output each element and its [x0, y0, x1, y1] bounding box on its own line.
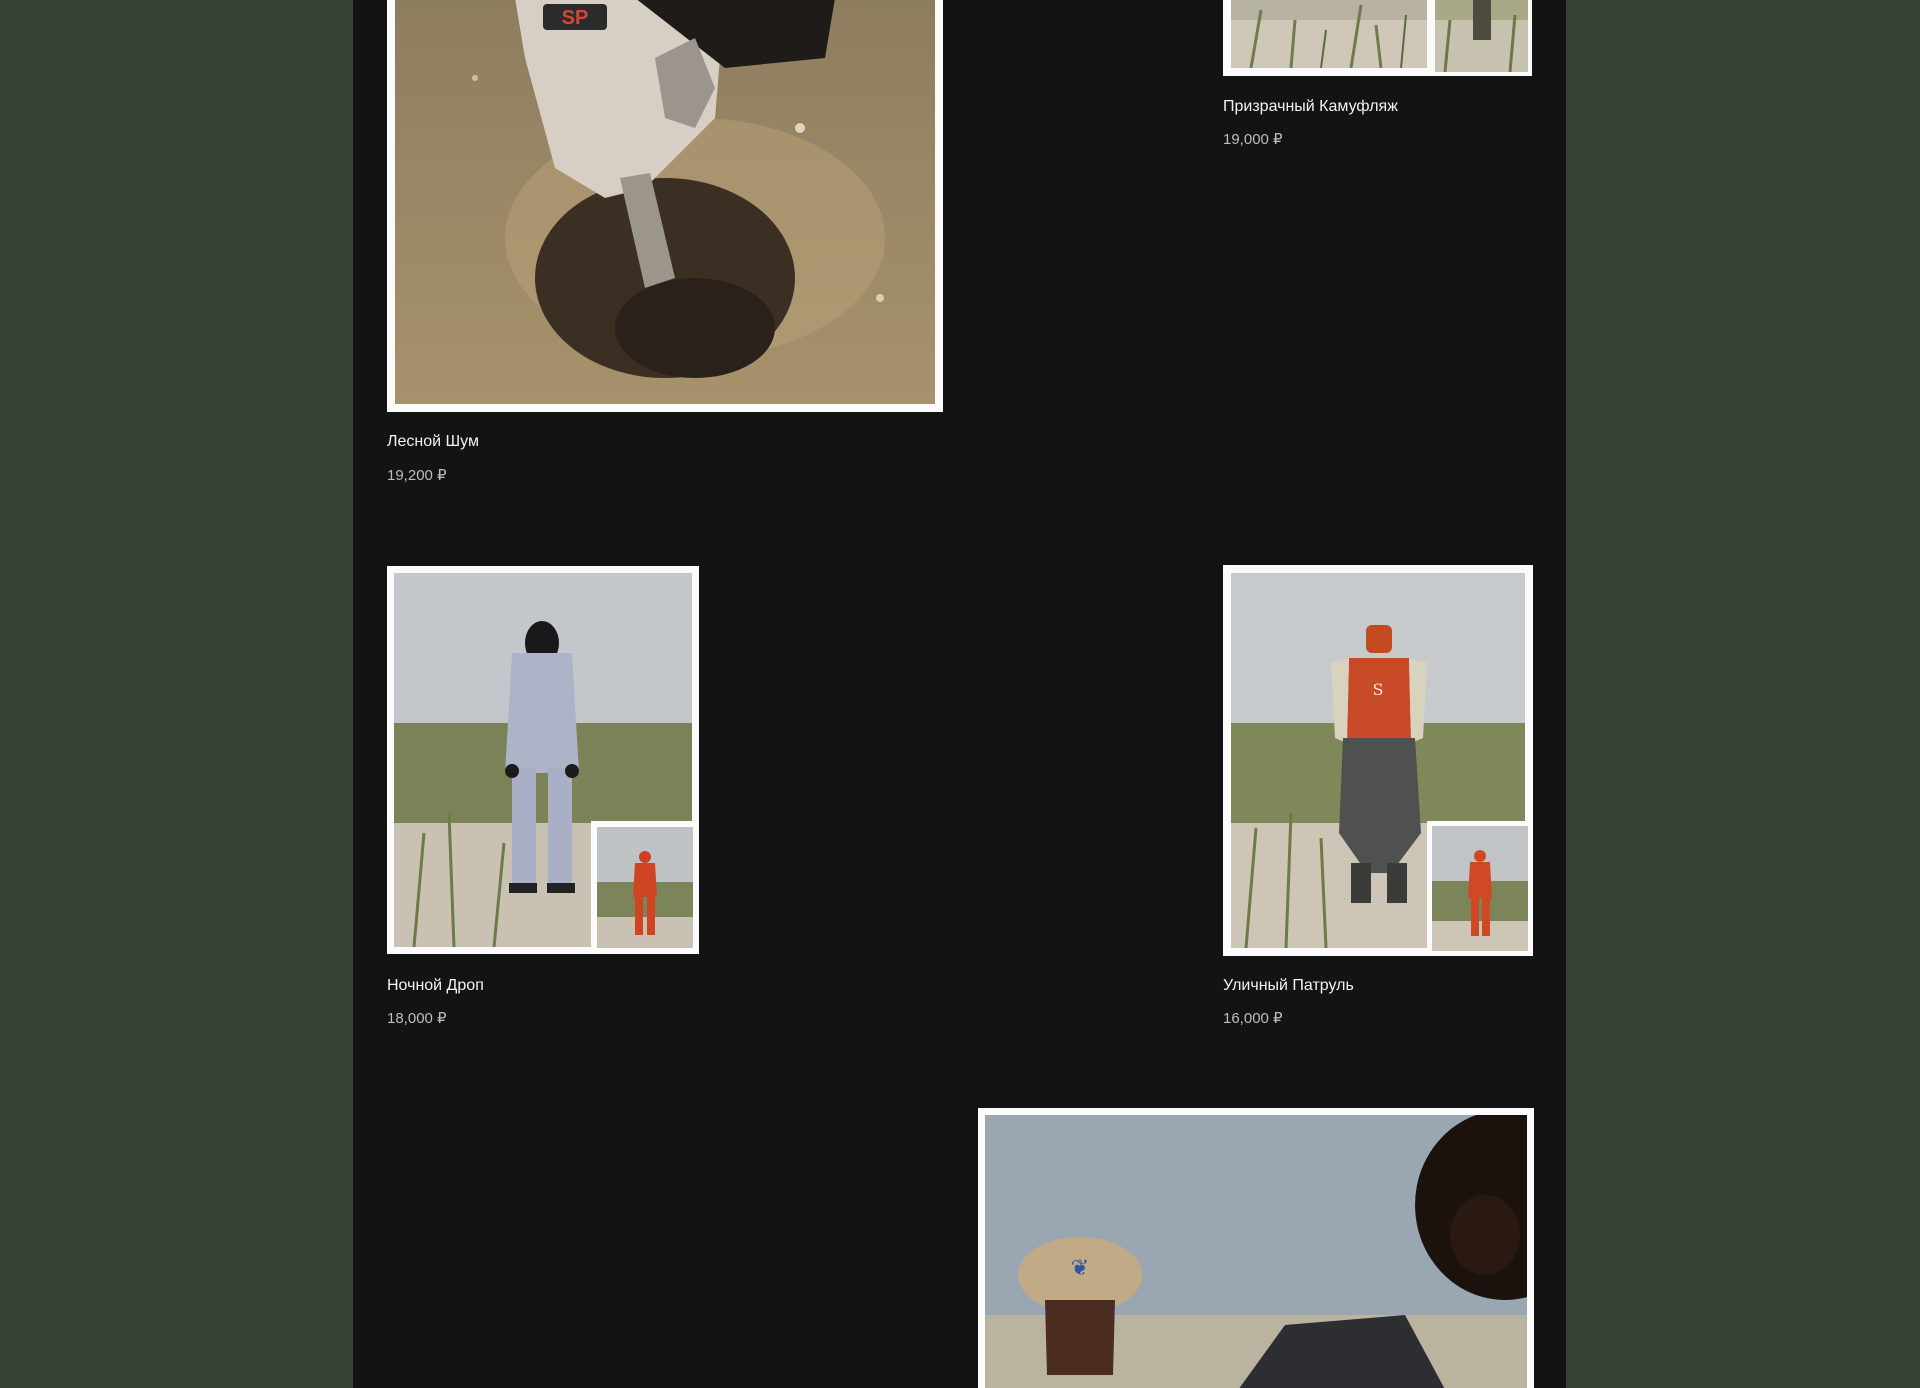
product-price: 19,000 ₽: [1223, 131, 1283, 148]
product-photo-frame[interactable]: S: [1223, 565, 1533, 956]
product-name[interactable]: Лесной Шум: [387, 433, 479, 451]
product-thumbnail: [1427, 821, 1533, 956]
product-grid: SP Лесной Шум 19,200 ₽ Призрачный Камуфл…: [353, 0, 1566, 1388]
product-name[interactable]: Уличный Патруль: [1223, 977, 1354, 995]
product-name[interactable]: Призрачный Камуфляж: [1223, 98, 1398, 116]
product-thumbnail: [1431, 0, 1532, 76]
product-photo-frame[interactable]: [1223, 0, 1532, 76]
photo-badge-text: SP: [562, 7, 589, 29]
product-photo-frame[interactable]: [387, 566, 699, 954]
product-price: 16,000 ₽: [1223, 1010, 1283, 1027]
product-photo-frame[interactable]: SP: [387, 0, 943, 412]
product-photo: [1231, 0, 1427, 68]
product-name[interactable]: Ночной Дроп: [387, 977, 484, 995]
product-price: 19,200 ₽: [387, 467, 447, 484]
svg-text:S: S: [1373, 680, 1384, 699]
product-photo: SP: [395, 0, 935, 404]
product-photo-frame[interactable]: ❦: [978, 1108, 1534, 1388]
product-photo: ❦: [985, 1115, 1527, 1388]
product-thumbnail: [591, 821, 699, 954]
product-price: 18,000 ₽: [387, 1010, 447, 1027]
svg-text:❦: ❦: [1071, 1256, 1089, 1281]
